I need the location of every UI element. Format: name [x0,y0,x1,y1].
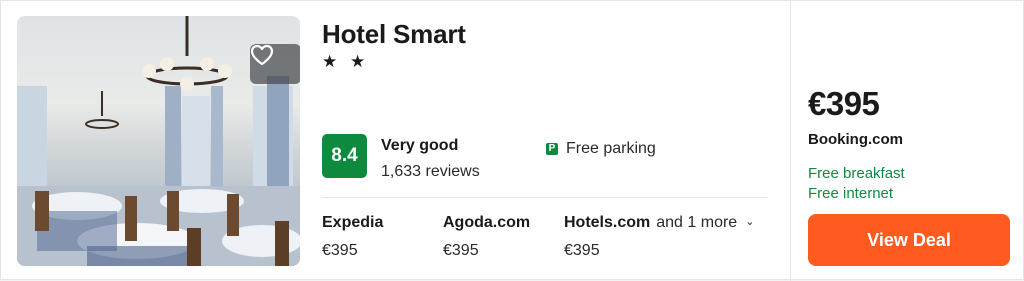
more-providers-label: and 1 more [656,214,738,231]
perk-free-internet: Free internet [808,185,894,202]
provider-name[interactable]: Expedia [322,214,383,232]
chevron-down-icon: ⌄ [745,216,755,228]
provider-price: €395 [443,242,479,259]
heart-icon [250,44,274,66]
provider-agoda[interactable]: Agoda.com €395 [443,214,530,260]
provider-price: €395 [564,242,600,259]
provider-hotels-com[interactable]: Hotels.com and 1 more ⌄ €395 [564,214,754,260]
rating-label: Very good [381,137,459,154]
deal-site: Booking.com [808,131,904,148]
view-deal-button[interactable]: View Deal [808,214,1010,266]
more-providers-link[interactable]: and 1 more ⌄ [656,214,754,231]
hotel-card[interactable]: Hotel Smart ★ ★ 8.4 Very good 1,633 revi… [0,0,1024,281]
provider-name[interactable]: Agoda.com [443,214,530,232]
deal-price: €395 [808,85,880,122]
hotel-name[interactable]: Hotel Smart [322,19,466,50]
parking-icon: P [546,143,558,155]
divider [322,197,767,198]
star-rating: ★ ★ [322,52,370,71]
hotel-photo[interactable] [17,16,300,266]
provider-name[interactable]: Hotels.com [564,214,650,231]
provider-name-row: Hotels.com and 1 more ⌄ [564,214,754,232]
favorite-button[interactable] [250,44,300,84]
amenity-free-parking: P Free parking [546,140,656,158]
column-divider [790,1,791,281]
amenity-label: Free parking [566,140,656,157]
provider-price: €395 [322,242,358,259]
review-count[interactable]: 1,633 reviews [381,163,480,181]
rating-score-badge: 8.4 [322,134,367,178]
provider-expedia[interactable]: Expedia €395 [322,214,383,260]
perk-free-breakfast: Free breakfast [808,165,905,182]
